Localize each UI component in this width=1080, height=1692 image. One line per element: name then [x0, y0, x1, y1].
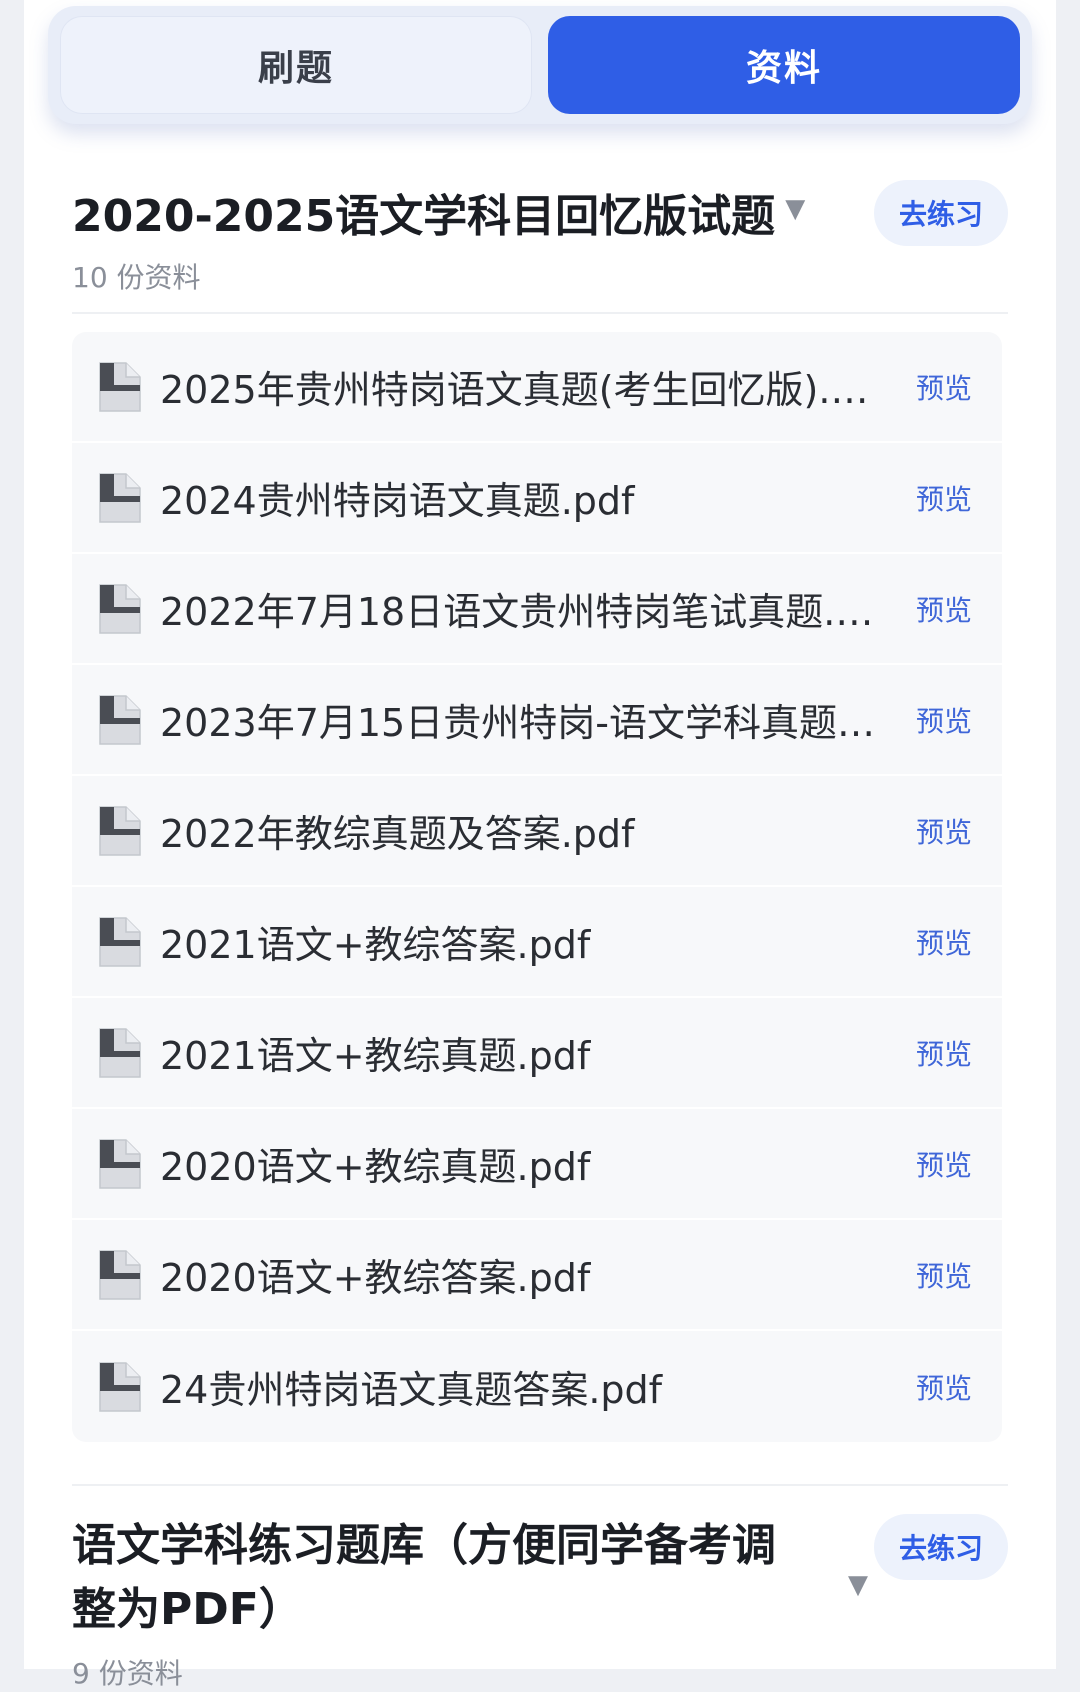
preview-link[interactable]: 预览 [916, 367, 972, 407]
file-name: 2020语文+教综真题.pdf [160, 1145, 591, 1189]
preview-link[interactable]: 预览 [916, 700, 972, 740]
document-icon [99, 694, 141, 745]
caret-down-icon[interactable]: ▼ [785, 180, 805, 238]
file-name: 2021语文+教综答案.pdf [160, 923, 591, 967]
page: 刷题 资料 2020-2025语文学科目回忆版试题 ▼ 去练习 10 份资料 20… [24, 0, 1056, 1690]
document-icon [99, 805, 141, 856]
preview-link[interactable]: 预览 [916, 1255, 972, 1295]
go-practice-button[interactable]: 去练习 [874, 180, 1008, 246]
section-header: 2020-2025语文学科目回忆版试题 ▼ 去练习 10 份资料 [72, 180, 1008, 314]
section-header-2: 语文学科练习题库（方便同学备考调整为PDF） ▼ 去练习 9 份资料 [72, 1484, 1008, 1692]
file-item[interactable]: 2020语文+教综答案.pdf 预览 [72, 1220, 1002, 1331]
file-item[interactable]: 2022年7月18日语文贵州特岗笔试真题.pdf 预览 [72, 554, 1002, 665]
preview-link[interactable]: 预览 [916, 589, 972, 629]
document-icon [99, 916, 141, 967]
document-icon [99, 1027, 141, 1078]
document-icon [99, 472, 141, 523]
file-item[interactable]: 2020语文+教综真题.pdf 预览 [72, 1109, 1002, 1220]
tab-bar: 刷题 资料 [48, 6, 1032, 124]
divider [72, 312, 1008, 314]
file-name: 2023年7月15日贵州特岗-语文学科真题.pdf [160, 701, 911, 745]
file-item[interactable]: 2023年7月15日贵州特岗-语文学科真题.pdf 预览 [72, 665, 1002, 776]
document-icon [99, 361, 141, 412]
preview-link[interactable]: 预览 [916, 1033, 972, 1073]
document-icon [99, 1361, 141, 1412]
file-name: 2024贵州特岗语文真题.pdf [160, 479, 635, 523]
file-item[interactable]: 2021语文+教综真题.pdf 预览 [72, 998, 1002, 1109]
section-title-text: 2020-2025语文学科目回忆版试题 [72, 191, 776, 242]
file-name: 24贵州特岗语文真题答案.pdf [160, 1368, 663, 1412]
preview-link[interactable]: 预览 [916, 478, 972, 518]
preview-link[interactable]: 预览 [916, 1367, 972, 1407]
go-practice-button[interactable]: 去练习 [874, 1514, 1008, 1580]
file-item[interactable]: 24贵州特岗语文真题答案.pdf 预览 [72, 1331, 1002, 1442]
section-title[interactable]: 2020-2025语文学科目回忆版试题 ▼ [72, 180, 1008, 246]
file-item[interactable]: 2021语文+教综答案.pdf 预览 [72, 887, 1002, 998]
section-title[interactable]: 语文学科练习题库（方便同学备考调整为PDF） [72, 1484, 792, 1642]
material-count: 10 份资料 [72, 261, 201, 294]
file-name: 2025年贵州特岗语文真题(考生回忆版).pdf [160, 368, 893, 412]
file-name: 2022年7月18日语文贵州特岗笔试真题.pdf [160, 590, 897, 634]
tab-practice[interactable]: 刷题 [60, 16, 532, 114]
preview-link[interactable]: 预览 [916, 922, 972, 962]
caret-down-icon[interactable]: ▼ [848, 1570, 868, 1600]
document-icon [99, 1138, 141, 1189]
preview-link[interactable]: 预览 [916, 811, 972, 851]
file-item[interactable]: 2025年贵州特岗语文真题(考生回忆版).pdf 预览 [72, 332, 1002, 443]
preview-link[interactable]: 预览 [916, 1144, 972, 1184]
tab-materials[interactable]: 资料 [548, 16, 1020, 114]
file-list: 2025年贵州特岗语文真题(考生回忆版).pdf 预览 2024贵州特岗语文真题.p… [72, 332, 1002, 1442]
material-count: 9 份资料 [72, 1657, 183, 1690]
file-item[interactable]: 2022年教综真题及答案.pdf 预览 [72, 776, 1002, 887]
file-name: 2021语文+教综真题.pdf [160, 1034, 591, 1078]
document-icon [99, 1249, 141, 1300]
file-name: 2020语文+教综答案.pdf [160, 1256, 591, 1300]
file-item[interactable]: 2024贵州特岗语文真题.pdf 预览 [72, 443, 1002, 554]
document-icon [99, 583, 141, 634]
file-name: 2022年教综真题及答案.pdf [160, 812, 635, 856]
